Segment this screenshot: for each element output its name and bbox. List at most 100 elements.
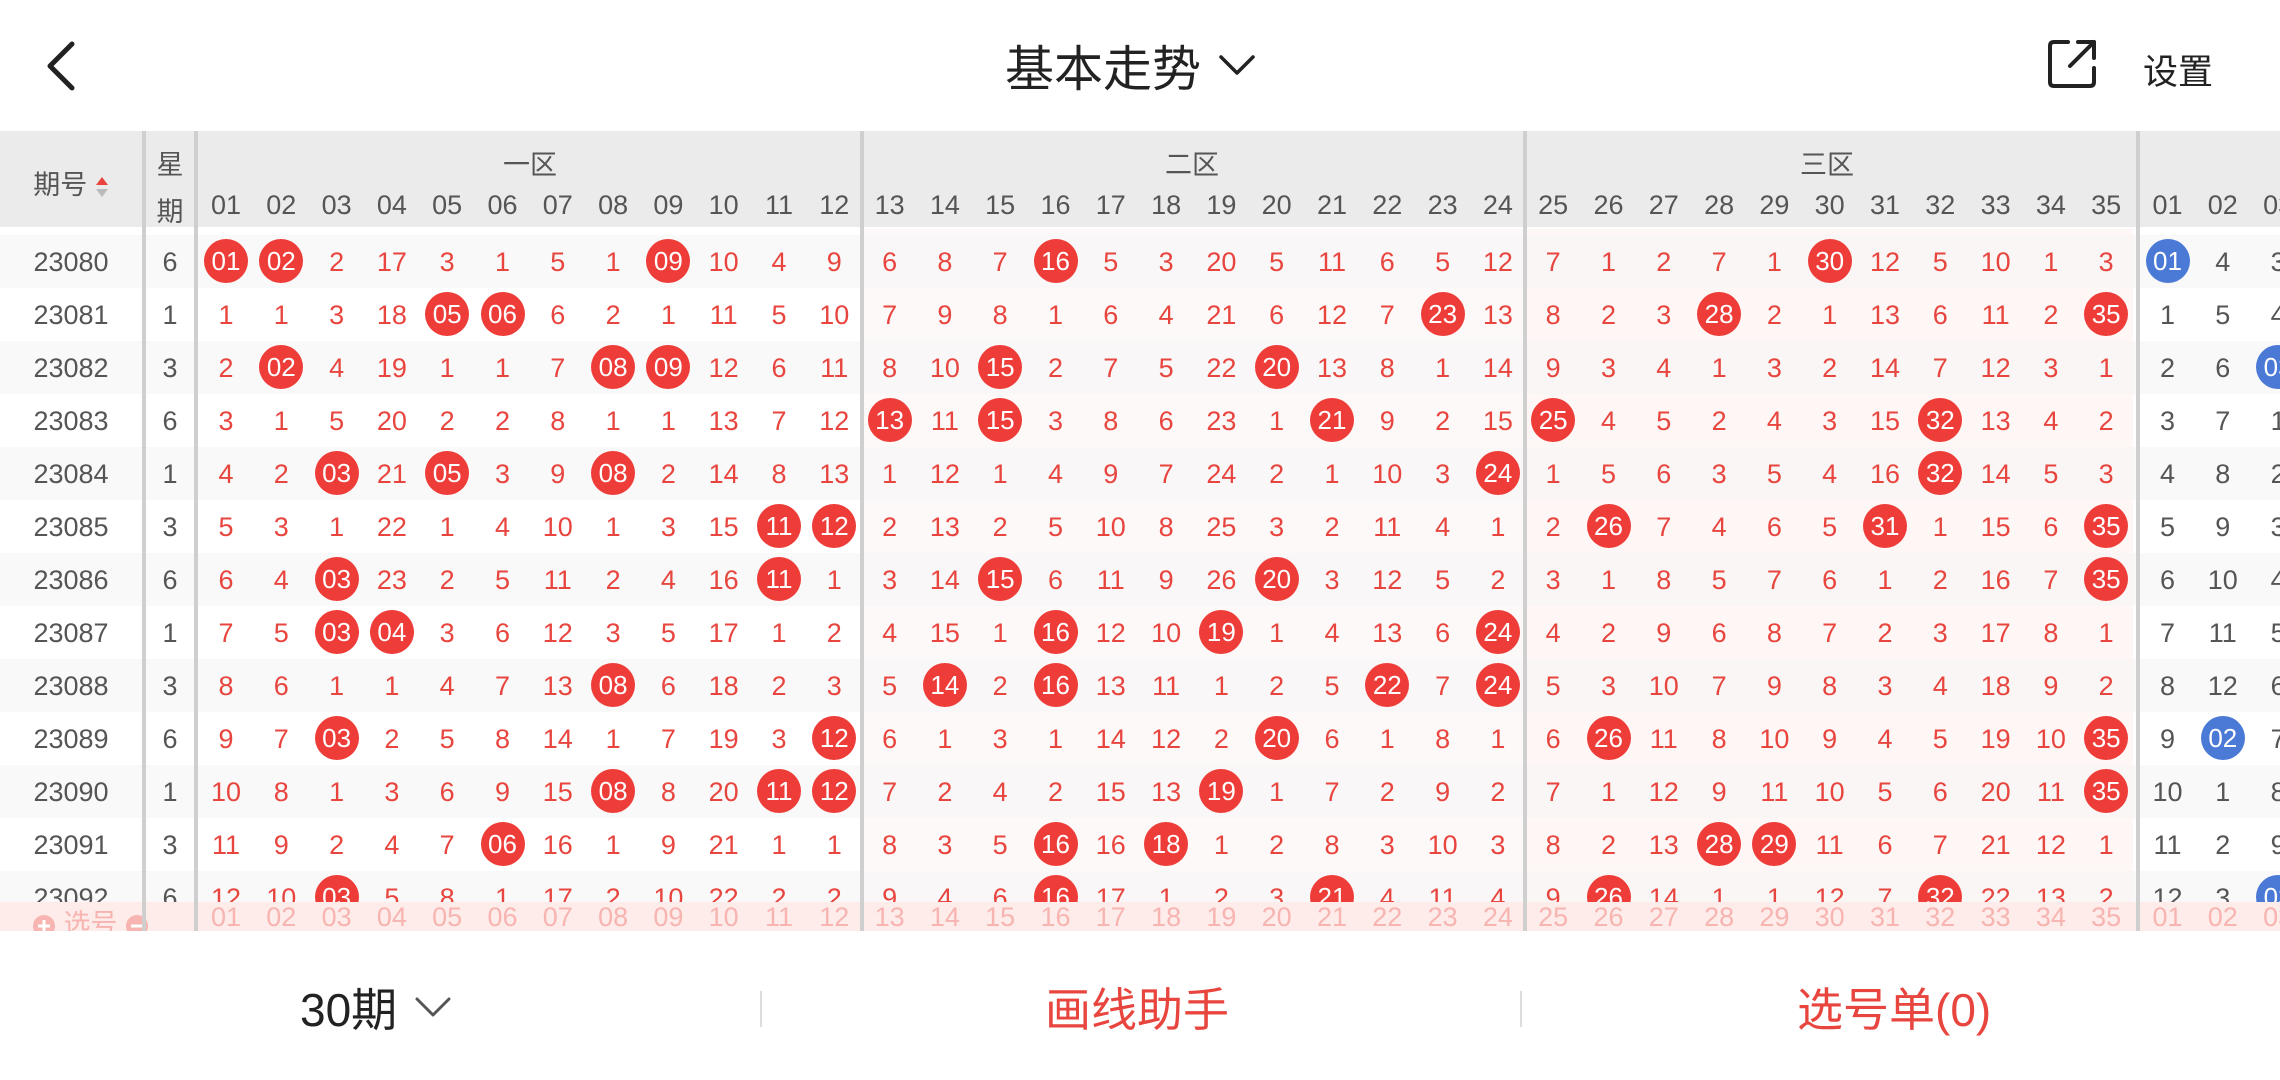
select-number[interactable]: 31 [1857, 902, 1913, 931]
number-header: 12 [819, 190, 850, 220]
chart-type-dropdown[interactable]: 基本走势 [1005, 32, 1257, 98]
back-omission-cell: 5 [2159, 512, 2176, 542]
omission-cell: 13 [1648, 830, 1679, 860]
select-number[interactable]: 05 [419, 902, 475, 931]
select-number[interactable]: 15 [972, 902, 1028, 931]
draw-helper-button[interactable]: 画线助手 [1045, 974, 1229, 1040]
select-number[interactable]: 23 [1415, 902, 1471, 931]
blue-ball: 02 [2200, 716, 2245, 760]
omission-cell: 12 [1372, 565, 1403, 595]
omission-cell: 5 [329, 406, 345, 436]
pick-list-button[interactable]: 选号单(0) [1797, 974, 1991, 1040]
select-number[interactable]: 03 [309, 902, 365, 931]
share-icon[interactable] [2044, 36, 2100, 92]
select-number[interactable]: 14 [917, 902, 973, 931]
select-number[interactable]: 07 [530, 902, 586, 931]
period-cell: 23082 [33, 353, 109, 383]
period-count-dropdown[interactable]: 30期 [300, 974, 453, 1040]
select-number[interactable]: 35 [2078, 902, 2134, 931]
week-column-header-bottom: 期 [156, 197, 184, 227]
select-number[interactable]: 06 [475, 902, 531, 931]
omission-cell: 1 [605, 247, 621, 277]
omission-cell: 8 [1545, 300, 1561, 330]
red-ball: 19 [1199, 610, 1244, 654]
omission-cell: 10 [1759, 724, 1790, 754]
select-number[interactable]: 18 [1138, 902, 1194, 931]
select-number[interactable]: 17 [1083, 902, 1139, 931]
red-ball: 13 [867, 398, 912, 442]
select-number[interactable]: 02 [253, 902, 309, 931]
red-ball: 30 [1807, 239, 1852, 283]
select-number-control[interactable]: 选号 [32, 902, 149, 931]
select-number[interactable]: 11 [751, 902, 807, 931]
omission-cell: 10 [1814, 777, 1845, 807]
select-number[interactable]: 28 [1691, 902, 1747, 931]
select-number[interactable]: 16 [1028, 902, 1084, 931]
select-number[interactable]: 29 [1746, 902, 1802, 931]
omission-cell: 12 [1980, 353, 2011, 383]
select-number[interactable]: 20 [1249, 902, 1305, 931]
select-number[interactable]: 08 [585, 902, 641, 931]
omission-cell: 3 [771, 724, 787, 754]
number-header: 10 [708, 190, 739, 220]
select-number[interactable]: 34 [2023, 902, 2079, 931]
select-number[interactable]: 33 [1968, 902, 2024, 931]
omission-cell: 9 [1435, 777, 1451, 807]
omission-cell: 2 [1435, 406, 1451, 436]
select-number[interactable]: 19 [1193, 902, 1249, 931]
trend-table[interactable]: 期号 星 期 一区 二区 三区 01 02 03 04 05 06 07 08 09 10 11 12… [0, 131, 2280, 931]
period-column-header[interactable]: 期号 [0, 163, 142, 202]
select-number[interactable]: 12 [806, 902, 862, 931]
number-header: 30 [1814, 190, 1845, 220]
back-omission-cell: 2 [2270, 459, 2280, 489]
select-number[interactable]: 21 [1304, 902, 1360, 931]
omission-cell: 1 [1490, 512, 1506, 542]
omission-cell: 10 [1151, 618, 1182, 648]
omission-cell: 7 [1379, 300, 1395, 330]
back-omission-cell: 4 [2159, 459, 2176, 489]
omission-cell: 13 [1980, 406, 2011, 436]
omission-cell: 9 [660, 830, 676, 860]
select-number[interactable]: 24 [1470, 902, 1526, 931]
select-number[interactable]: 09 [640, 902, 696, 931]
select-number[interactable]: 01 [2140, 902, 2196, 931]
omission-cell: 1 [1379, 724, 1395, 754]
omission-cell: 4 [1158, 300, 1174, 330]
omission-cell: 16 [1095, 830, 1126, 860]
select-number[interactable]: 13 [862, 902, 918, 931]
red-ball: 06 [480, 292, 525, 336]
select-number[interactable]: 26 [1581, 902, 1637, 931]
plus-icon[interactable] [32, 914, 56, 931]
select-number[interactable]: 10 [696, 902, 752, 931]
select-number[interactable]: 04 [364, 902, 420, 931]
omission-cell: 21 [708, 830, 739, 860]
select-number[interactable]: 01 [198, 902, 254, 931]
omission-cell: 25 [1206, 512, 1237, 542]
omission-cell: 8 [1545, 830, 1561, 860]
omission-cell: 5 [1435, 565, 1451, 595]
select-number[interactable]: 27 [1636, 902, 1692, 931]
select-number[interactable]: 03 [2250, 902, 2280, 931]
omission-cell: 5 [1711, 565, 1727, 595]
week-cell: 3 [162, 671, 178, 701]
page-title: 基本走势 [1005, 42, 1202, 97]
omission-cell: 18 [376, 300, 407, 330]
number-header: 22 [1372, 190, 1403, 220]
select-number[interactable]: 30 [1802, 902, 1858, 931]
number-header: 26 [1593, 190, 1624, 220]
select-number[interactable]: 25 [1525, 902, 1581, 931]
settings-button[interactable]: 设置 [2143, 44, 2213, 95]
omission-cell: 1 [1269, 777, 1285, 807]
back-icon[interactable] [40, 38, 84, 94]
omission-cell: 10 [1427, 830, 1458, 860]
omission-cell: 21 [376, 459, 407, 489]
week-cell: 6 [162, 247, 178, 277]
omission-cell: 7 [494, 671, 511, 701]
omission-cell: 6 [1047, 565, 1064, 595]
select-number[interactable]: 32 [1912, 902, 1968, 931]
select-number[interactable]: 22 [1359, 902, 1415, 931]
select-number[interactable]: 02 [2195, 902, 2251, 931]
omission-cell: 2 [439, 406, 455, 436]
omission-cell: 2 [1047, 353, 1064, 383]
back-omission-cell: 7 [2270, 724, 2280, 754]
